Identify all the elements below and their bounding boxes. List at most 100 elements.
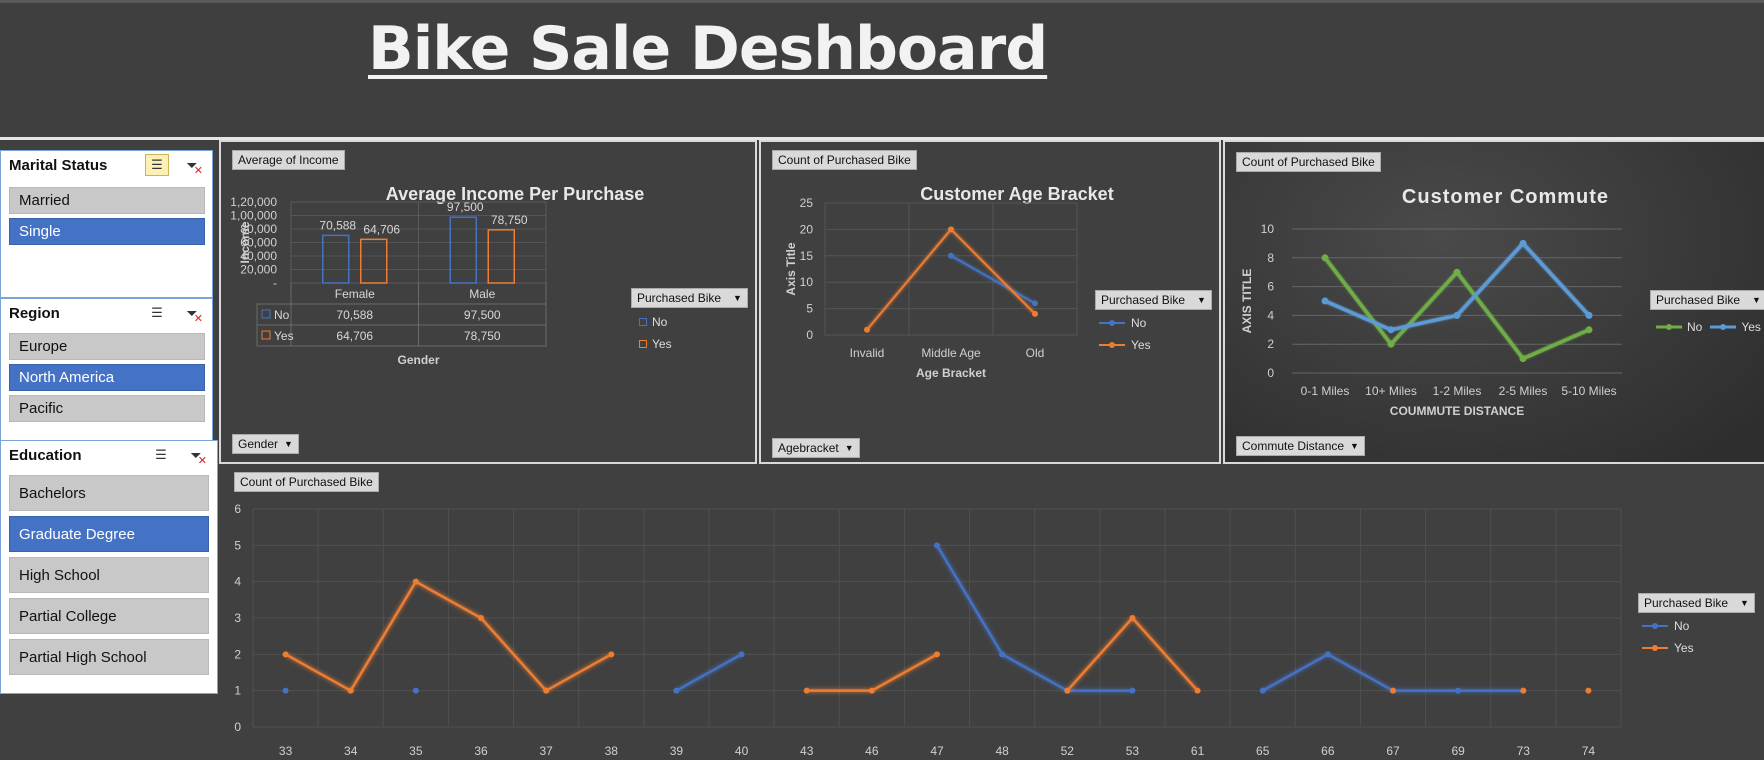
- slicer-marital-status: Marital Status ☰ ⏷ ✕ Married Single: [0, 150, 213, 298]
- legend-field-button[interactable]: Purchased Bike ▼: [1095, 290, 1212, 310]
- x-axis-label: COUMMUTE DISTANCE: [1390, 404, 1524, 418]
- y-tick-label: 0: [806, 328, 813, 342]
- chevron-down-icon: ▼: [1350, 441, 1359, 451]
- axis-field-label: Gender: [238, 437, 279, 451]
- slicer-item-bachelors[interactable]: Bachelors: [9, 475, 209, 511]
- data-point-no: [1519, 355, 1527, 363]
- x-tick-label: 47: [930, 744, 944, 758]
- x-tick-label: 36: [474, 744, 488, 758]
- table-legend-key: [261, 330, 271, 340]
- data-point-yes: [864, 326, 870, 333]
- x-tick-label: Female: [335, 287, 375, 301]
- slicer-header: Region: [9, 305, 60, 322]
- data-point-no: [1321, 254, 1329, 262]
- slicer-item-partial-high-school[interactable]: Partial High School: [9, 639, 209, 675]
- x-tick-label: 66: [1321, 744, 1335, 758]
- y-tick-label: 0: [234, 720, 241, 734]
- y-tick-label: 0: [1267, 366, 1274, 380]
- legend-field-label: Purchased Bike: [1644, 596, 1729, 610]
- slicer-item-north-america[interactable]: North America: [9, 364, 205, 391]
- data-point-yes: [1194, 687, 1201, 694]
- data-point-yes: [1585, 687, 1592, 694]
- data-point-no: [673, 687, 680, 694]
- data-point-yes: [412, 578, 419, 585]
- data-point-yes: [1520, 687, 1527, 694]
- slicer-item-partial-college[interactable]: Partial College: [9, 598, 209, 634]
- data-point-no: [934, 542, 940, 549]
- x-tick-label: 52: [1061, 744, 1075, 758]
- axis-field-label: Commute Distance: [1242, 439, 1345, 453]
- x-tick-label: 74: [1582, 744, 1596, 758]
- x-tick-label: 34: [344, 744, 358, 758]
- legend-field-button[interactable]: Purchased Bike ▼: [631, 288, 748, 308]
- legend-field-button[interactable]: Purchased Bike ▼: [1650, 290, 1764, 310]
- legend-label-yes: Yes: [652, 337, 672, 351]
- data-point-no: [1453, 268, 1461, 276]
- table-series-label: Yes: [274, 329, 294, 343]
- axis-field-button[interactable]: Commute Distance ▼: [1236, 436, 1365, 456]
- data-point-yes: [934, 651, 940, 658]
- y-tick-label: -: [273, 276, 277, 290]
- y-tick-label: 20,000: [240, 263, 277, 277]
- data-label: 64,706: [363, 222, 400, 236]
- multi-select-icon[interactable]: ☰: [145, 154, 169, 176]
- slicer-header: Education: [9, 447, 82, 464]
- x-tick-label: Invalid: [850, 346, 885, 360]
- series-line-yes: [866, 228, 1036, 331]
- y-tick-label: 3: [234, 611, 241, 625]
- legend-label-no: No: [652, 315, 668, 329]
- data-point-yes: [1129, 615, 1136, 621]
- dashboard-root: Bike Sale Deshboard Marital Status ☰ ⏷ ✕ …: [0, 0, 1764, 760]
- clear-filter-icon[interactable]: ⏷ ✕: [181, 155, 203, 177]
- chevron-down-icon: ▼: [1197, 295, 1206, 305]
- y-tick-label: 20: [800, 222, 814, 236]
- data-point-no: [1129, 687, 1136, 694]
- legend-label-yes: Yes: [1674, 641, 1694, 655]
- x-tick-label: 69: [1451, 744, 1465, 758]
- legend: No Yes: [1654, 316, 1761, 338]
- y-tick-label: 6: [234, 502, 241, 516]
- slicer-region: Region ☰ ⏷ ✕ Europe North America Pacific: [0, 298, 213, 444]
- axis-field-button[interactable]: Gender ▼: [232, 434, 299, 454]
- legend-label-yes: Yes: [1741, 320, 1761, 334]
- panel-income-chart: Average of Income Average Income Per Pur…: [219, 140, 757, 464]
- x-tick-label: Middle Age: [921, 346, 981, 360]
- clear-filter-icon[interactable]: ⏷ ✕: [181, 303, 203, 325]
- data-point-yes: [1453, 311, 1461, 319]
- multi-select-icon[interactable]: ☰: [149, 444, 173, 466]
- slicer-item-high-school[interactable]: High School: [9, 557, 209, 593]
- data-point-no: [948, 252, 954, 259]
- data-point-yes: [1387, 326, 1395, 334]
- x-tick-label: 0-1 Miles: [1301, 384, 1350, 398]
- legend-swatch-yes: [1099, 342, 1125, 348]
- data-point-no: [1455, 687, 1462, 694]
- legend: No Yes: [639, 311, 672, 355]
- y-tick-label: 1,00,000: [230, 209, 277, 223]
- data-point-yes: [347, 687, 354, 694]
- series-line-no: [1262, 653, 1524, 692]
- multi-select-icon[interactable]: ☰: [145, 302, 169, 324]
- data-point-no: [412, 687, 419, 694]
- slicer-item-single[interactable]: Single: [9, 218, 205, 245]
- slicer-item-pacific[interactable]: Pacific: [9, 395, 205, 422]
- x-tick-label: 40: [735, 744, 749, 758]
- slicer-item-married[interactable]: Married: [9, 187, 205, 214]
- clear-filter-icon[interactable]: ⏷ ✕: [185, 445, 207, 467]
- legend-swatch-no: [1656, 324, 1682, 330]
- chevron-down-icon: ▼: [1752, 295, 1761, 305]
- slicer-item-graduate-degree[interactable]: Graduate Degree: [9, 516, 209, 552]
- axis-field-button[interactable]: Agebracket ▼: [772, 438, 860, 458]
- data-point-no: [1324, 651, 1331, 658]
- table-legend-key: [261, 309, 271, 319]
- slicer-item-europe[interactable]: Europe: [9, 333, 205, 360]
- y-tick-label: 8: [1267, 251, 1274, 265]
- table-cell: 97,500: [464, 308, 501, 322]
- y-axis-label: Axis Title: [784, 242, 798, 295]
- legend-field-button[interactable]: Purchased Bike ▼: [1638, 593, 1755, 613]
- y-tick-label: 1: [234, 684, 241, 698]
- chevron-down-icon: ▼: [1740, 598, 1749, 608]
- legend-label-yes: Yes: [1131, 338, 1151, 352]
- table-series-label: No: [274, 308, 290, 322]
- data-point-yes: [478, 615, 484, 621]
- data-point-yes: [282, 651, 289, 658]
